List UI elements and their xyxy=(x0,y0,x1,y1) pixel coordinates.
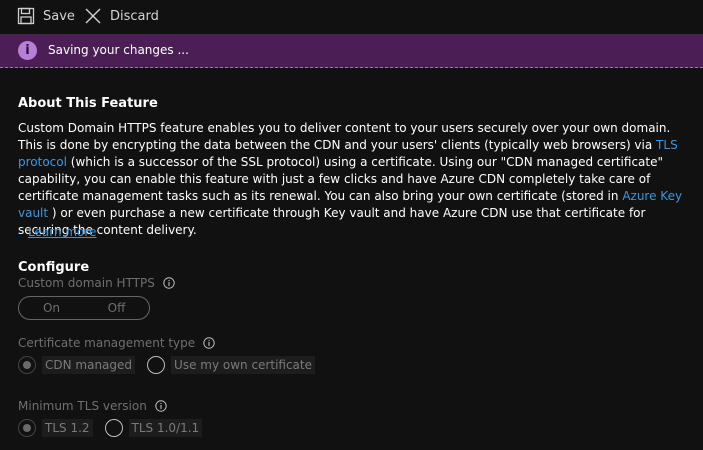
info-icon[interactable] xyxy=(203,337,215,349)
own-certificate-label: Use my own certificate xyxy=(171,356,315,374)
learn-more-link[interactable]: Learn more xyxy=(28,225,96,239)
info-icon[interactable] xyxy=(155,400,167,412)
info-icon: i xyxy=(18,41,37,60)
tls-radio-group: TLS 1.2 TLS 1.0/1.1 xyxy=(18,419,214,437)
banner-message: Saving your changes ... xyxy=(48,43,189,57)
cdn-managed-label: CDN managed xyxy=(42,356,136,374)
about-text-1: Custom Domain HTTPS feature enables you … xyxy=(18,121,671,152)
tls-10-11-radio[interactable]: TLS 1.0/1.1 xyxy=(104,419,203,437)
saving-banner: i Saving your changes ... xyxy=(0,34,703,68)
main-content: About This Feature Custom Domain HTTPS f… xyxy=(18,94,693,437)
https-toggle-off[interactable]: Off xyxy=(84,301,149,315)
about-description: Custom Domain HTTPS feature enables you … xyxy=(18,120,693,239)
info-icon[interactable] xyxy=(163,277,175,289)
own-certificate-radio[interactable]: Use my own certificate xyxy=(147,356,315,374)
https-toggle[interactable]: On Off xyxy=(18,296,150,320)
tls-label-row: Minimum TLS version xyxy=(18,399,167,413)
radio-unselected-icon xyxy=(104,419,123,437)
tls-label: Minimum TLS version xyxy=(18,399,147,413)
tls-12-label: TLS 1.2 xyxy=(42,419,93,437)
discard-label: Discard xyxy=(110,8,159,24)
save-icon xyxy=(17,7,35,25)
save-button[interactable]: Save xyxy=(17,0,75,32)
radio-selected-icon xyxy=(18,356,36,374)
tls-10-11-label: TLS 1.0/1.1 xyxy=(128,419,203,437)
https-label: Custom domain HTTPS xyxy=(18,276,155,290)
close-icon xyxy=(84,7,102,25)
radio-selected-icon xyxy=(18,419,36,437)
about-title: About This Feature xyxy=(18,96,158,111)
command-bar: Save Discard xyxy=(0,0,703,32)
cert-type-radio-group: CDN managed Use my own certificate xyxy=(18,356,327,374)
discard-button[interactable]: Discard xyxy=(84,0,159,32)
configure-title: Configure xyxy=(18,260,90,275)
cert-type-label: Certificate management type xyxy=(18,336,196,350)
cert-type-label-row: Certificate management type xyxy=(18,336,215,350)
https-toggle-on[interactable]: On xyxy=(19,301,84,315)
about-text-2: (which is a successor of the SSL protoco… xyxy=(18,155,663,203)
radio-unselected-icon xyxy=(147,356,166,374)
tls-12-radio[interactable]: TLS 1.2 xyxy=(18,419,93,437)
about-text-3: ) or even purchase a new certificate thr… xyxy=(18,206,646,237)
https-label-row: Custom domain HTTPS xyxy=(18,276,175,290)
save-label: Save xyxy=(43,8,75,24)
cdn-managed-radio[interactable]: CDN managed xyxy=(18,356,136,374)
